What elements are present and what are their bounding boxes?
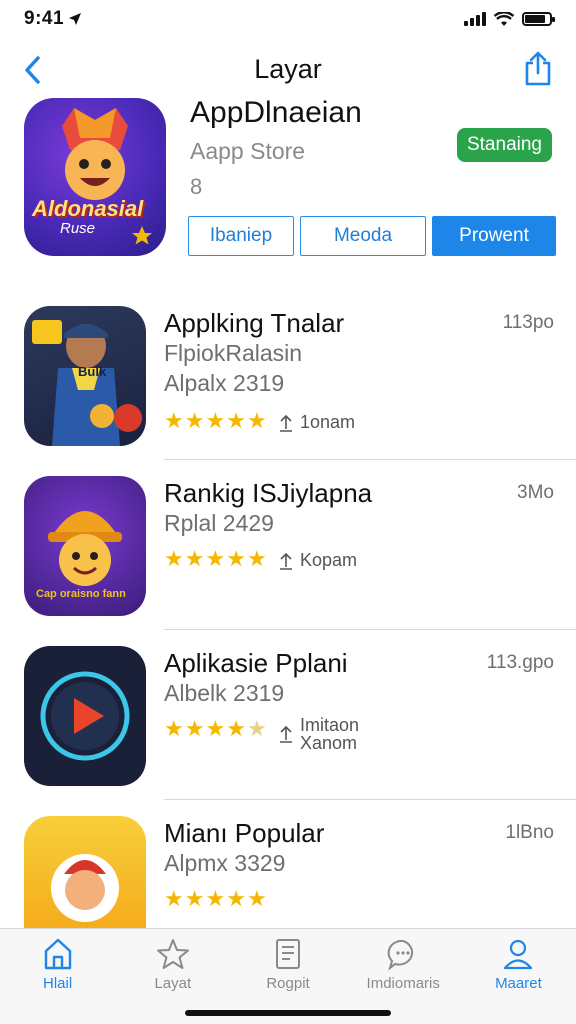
app-size: 113po <box>502 312 554 333</box>
app-developer: FlpiokRalasin <box>164 340 303 366</box>
tab-label: Maaret <box>495 975 542 992</box>
status-badge-label: Stanaing <box>466 134 542 155</box>
app-icon-text: Bulk <box>78 364 107 379</box>
featured-app-icon-subtext: Ruse <box>60 220 96 237</box>
tab-maaret[interactable]: Maaret <box>461 929 576 1024</box>
document-icon <box>276 939 300 969</box>
home-indicator <box>185 1010 391 1016</box>
app-version: Albelk 2319 <box>164 680 285 706</box>
star-rating: ★ ★ ★ ★ ★ <box>164 886 267 911</box>
segment-ibaniep[interactable]: Ibaniep <box>188 216 294 256</box>
download-count: Imitaon Xanom <box>276 716 386 752</box>
app-icon <box>24 646 146 786</box>
list-item[interactable]: Aplikasie Pplani 113.gpo Albelk 2319 ★ ★ ★… <box>0 630 576 800</box>
tab-home[interactable]: Hlail <box>0 929 115 1024</box>
download-count-label: Imitaon Xanom <box>300 715 360 753</box>
featured-app-number: 8 <box>190 174 203 199</box>
app-name: Rankig ISJiylapna <box>164 478 373 508</box>
download-count: 1onam <box>276 412 355 433</box>
download-count: Kopam <box>276 550 357 571</box>
download-icon <box>280 414 292 432</box>
download-icon <box>280 552 292 570</box>
app-icon: Cap oraisno fann <box>24 476 146 616</box>
person-icon <box>504 939 533 970</box>
page-title: Layar <box>254 54 322 84</box>
app-size: 3Mo <box>517 482 554 503</box>
list-item[interactable]: Cap oraisno fann Rankig ISJiylapna 3Mo R… <box>0 460 576 630</box>
featured-app-subtitle: Aapp Store <box>190 138 306 164</box>
tab-label: Rogpit <box>266 975 310 992</box>
star-rating: ★ ★ ★ ★ ★ <box>164 716 267 741</box>
app-name: Applking Tnalar <box>164 308 345 338</box>
app-size: 113.gpo <box>486 652 554 673</box>
featured-app-icon[interactable]: Aldonasial Ruse <box>24 98 166 256</box>
app-size: 1lBno <box>505 822 554 843</box>
battery-icon <box>522 12 555 26</box>
tab-label: Layat <box>154 975 192 992</box>
list-item[interactable]: Bulk Applking Tnalar 113po FlpiokRalasin… <box>0 290 576 460</box>
star-rating: ★ ★ ★ ★ ★ <box>164 408 267 433</box>
share-button[interactable] <box>518 48 558 90</box>
chat-icon <box>387 939 414 971</box>
download-count-label: Kopam <box>300 550 358 570</box>
tab-label: Imdiomaris <box>366 975 440 992</box>
share-icon <box>525 51 551 86</box>
download-icon <box>280 725 292 743</box>
status-time: 9:41 <box>24 8 65 29</box>
status-bar: 9:41 <box>0 0 576 38</box>
status-badge: Stanaing <box>456 128 552 162</box>
navigation-bar: Layar <box>0 42 576 98</box>
app-icon-text: Cap oraisno fann <box>36 588 126 600</box>
featured-app-icon-text: Aldonasial <box>32 196 144 221</box>
app-name: Mianı Popular <box>164 818 325 848</box>
location-arrow-icon <box>69 13 82 25</box>
app-name: Aplikasie Pplani <box>164 648 348 678</box>
wifi-icon <box>494 11 514 26</box>
segment-prowent[interactable]: Prowent <box>432 216 556 256</box>
featured-app: Aldonasial Ruse AppDlnaeian Aapp Store 8… <box>0 96 576 268</box>
app-version: Rplal 2429 <box>164 510 274 536</box>
signal-icon <box>464 12 486 26</box>
download-count-label: 1onam <box>300 412 356 432</box>
featured-app-title: AppDlnaeian <box>190 96 362 129</box>
home-icon <box>44 938 71 970</box>
segment-meoda[interactable]: Meoda <box>300 216 426 256</box>
tab-label: Hlail <box>43 975 73 992</box>
app-version: Alpmx 3329 <box>164 850 286 876</box>
segmented-control: Ibaniep Meoda Prowent <box>188 216 556 256</box>
app-version: Alpalx 2319 <box>164 370 285 396</box>
app-list: Bulk Applking Tnalar 113po FlpiokRalasin… <box>0 290 576 970</box>
star-rating: ★ ★ ★ ★ ★ <box>164 546 267 571</box>
app-icon: Bulk <box>24 306 146 446</box>
star-icon <box>156 939 189 969</box>
tab-bar: Hlail Layat Rogpit Imdiomaris Maaret <box>0 928 576 1024</box>
